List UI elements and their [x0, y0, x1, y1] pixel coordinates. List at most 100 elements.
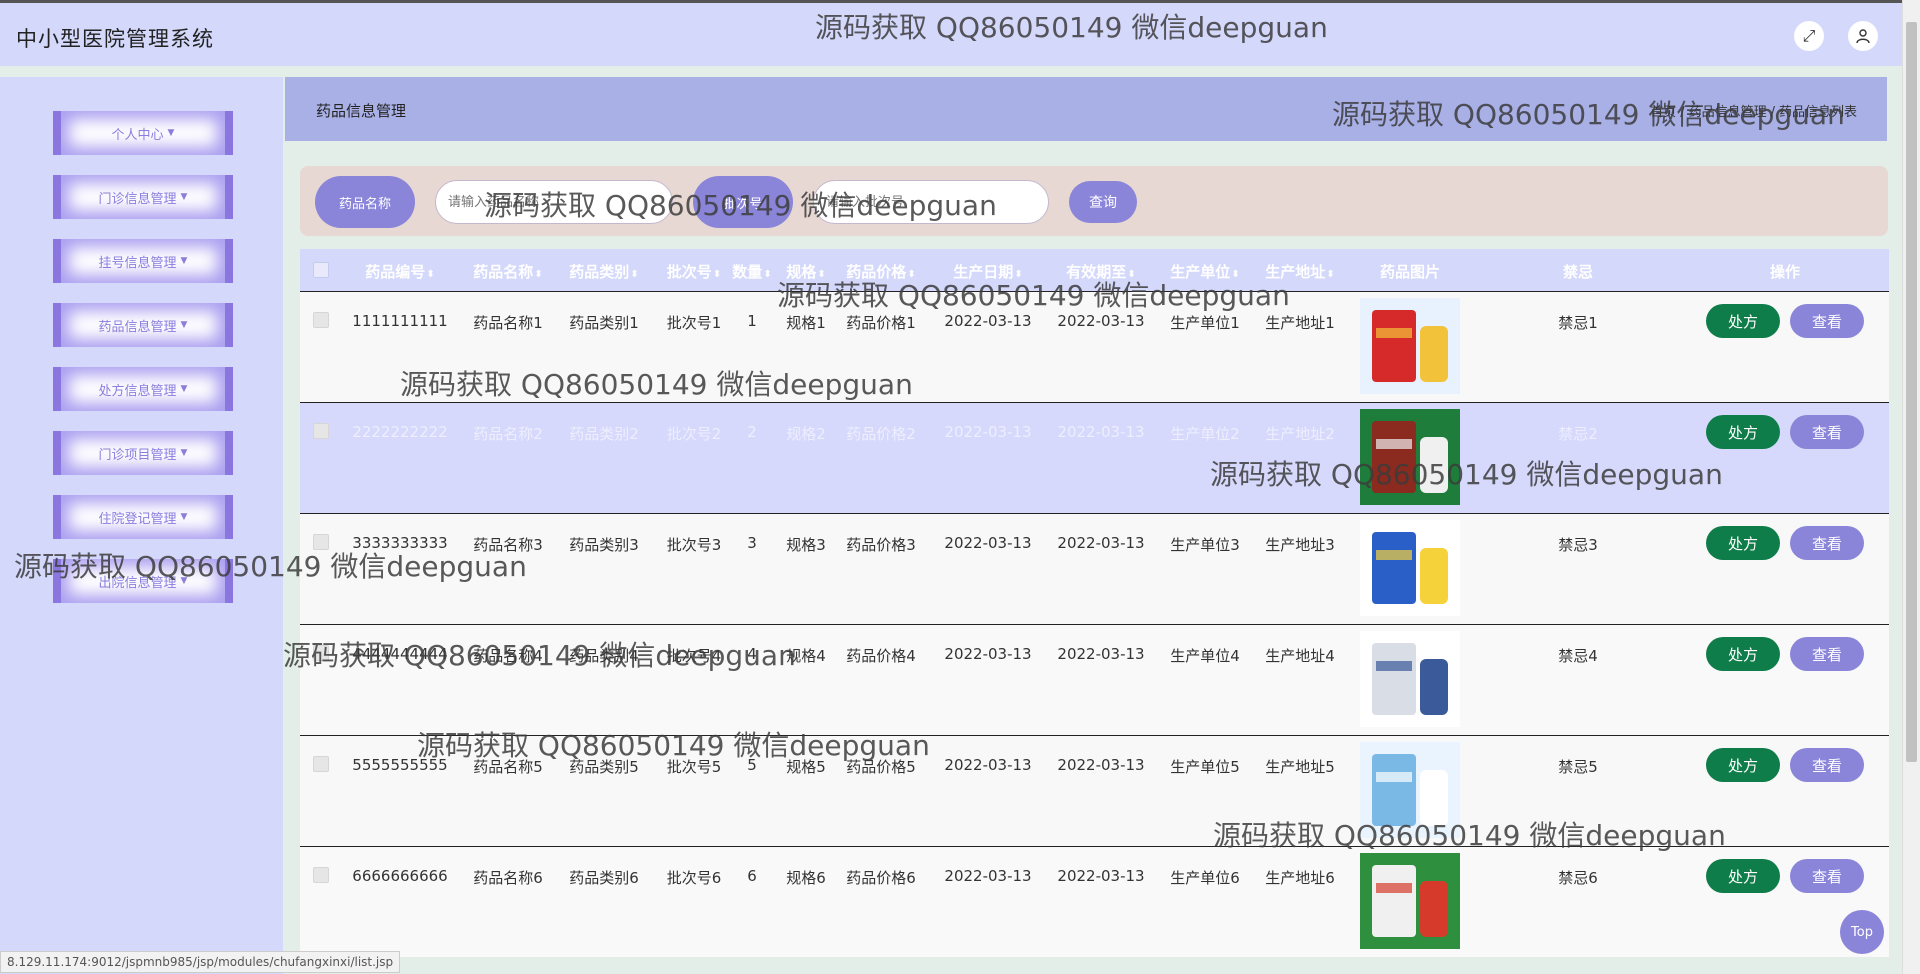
cell-expiry: 2022-03-13 [1057, 423, 1145, 441]
prescribe-button[interactable]: 处方 [1706, 415, 1780, 449]
section-header: 药品信息管理 首页 / 药品信息管理 / 药品信息列表 [285, 77, 1887, 141]
cell-price: 药品价格6 [846, 869, 916, 887]
table-row[interactable]: 1111111111 药品名称1 药品类别1 批次号1 1 规格1 药品价格1 2022-03… [300, 291, 1889, 402]
col-header-spec[interactable]: 规格⬍ [786, 261, 825, 282]
cell-expiry: 2022-03-13 [1057, 645, 1145, 663]
row-checkbox[interactable] [313, 645, 329, 661]
caret-down-icon: ▼ [180, 320, 188, 330]
col-header-label: 生产日期 [953, 263, 1014, 281]
view-button[interactable]: 查看 [1790, 526, 1864, 560]
scrollbar-thumb[interactable] [1906, 22, 1917, 762]
query-button[interactable]: 查询 [1069, 181, 1137, 223]
breadcrumb-separator: / [1770, 105, 1775, 120]
prescribe-button[interactable]: 处方 [1706, 859, 1780, 893]
cell-price: 药品价格4 [846, 647, 916, 665]
cell-price: 药品价格1 [846, 314, 916, 332]
sidebar-item-admission[interactable]: 住院登记管理 ▼ [53, 495, 233, 539]
col-header-qty[interactable]: 数量⬍ [732, 261, 771, 282]
col-header-expiry[interactable]: 有效期至⬍ [1066, 261, 1135, 282]
cell-spec: 规格4 [786, 647, 826, 665]
table-row[interactable]: 3333333333 药品名称3 药品类别3 批次号3 3 规格3 药品价格3 2022-03… [300, 513, 1889, 624]
sidebar-item-personal-center[interactable]: 个人中心 ▼ [53, 111, 233, 155]
user-icon[interactable] [1848, 21, 1878, 51]
cell-maker: 生产单位2 [1170, 425, 1240, 443]
col-header-category[interactable]: 药品类别⬍ [569, 261, 638, 282]
cell-maker: 生产单位5 [1170, 758, 1240, 776]
drug-name-input[interactable] [435, 180, 673, 224]
drug-image [1360, 409, 1460, 505]
row-checkbox[interactable] [313, 867, 329, 883]
table-row[interactable]: 4444444444 药品名称4 药品类别4 批次号4 4 规格4 药品价格4 2022-03… [300, 624, 1889, 735]
sidebar-item-drugs[interactable]: 药品信息管理 ▼ [53, 303, 233, 347]
sidebar-item-registration[interactable]: 挂号信息管理 ▼ [53, 239, 233, 283]
sidebar-item-prescriptions[interactable]: 处方信息管理 ▼ [53, 367, 233, 411]
expand-icon[interactable]: ⤢ [1794, 21, 1824, 51]
drug-package-image [1360, 853, 1460, 949]
cell-code: 6666666666 [352, 867, 448, 885]
col-header-label: 药品名称 [473, 263, 534, 281]
cell-prod-date: 2022-03-13 [944, 312, 1032, 330]
col-header-code[interactable]: 药品编号⬍ [365, 261, 434, 282]
sidebar-item-outpatient[interactable]: 门诊信息管理 ▼ [53, 175, 233, 219]
cell-name: 药品名称5 [473, 758, 543, 776]
sort-icon: ⬍ [1014, 269, 1023, 280]
cell-address: 生产地址1 [1265, 314, 1335, 332]
col-header-name[interactable]: 药品名称⬍ [473, 261, 542, 282]
back-to-top-button[interactable]: Top [1840, 910, 1884, 954]
select-all-checkbox[interactable] [313, 262, 329, 278]
search-bar: 药品名称 批次号 查询 [300, 166, 1888, 236]
sidebar-item-outpatient-projects[interactable]: 门诊项目管理 ▼ [53, 431, 233, 475]
prescribe-button[interactable]: 处方 [1706, 637, 1780, 671]
view-button[interactable]: 查看 [1790, 748, 1864, 782]
prescribe-button[interactable]: 处方 [1706, 304, 1780, 338]
col-header-prod-date[interactable]: 生产日期⬍ [953, 261, 1022, 282]
batch-input[interactable] [813, 180, 1049, 224]
view-button[interactable]: 查看 [1790, 304, 1864, 338]
cell-prod-date: 2022-03-13 [944, 645, 1032, 663]
cell-name: 药品名称4 [473, 647, 543, 665]
col-header-maker[interactable]: 生产单位⬍ [1170, 261, 1239, 282]
col-header-batch[interactable]: 批次号⬍ [667, 261, 721, 282]
table-row[interactable]: 5555555555 药品名称5 药品类别5 批次号5 5 规格5 药品价格5 2022-03… [300, 735, 1889, 846]
cell-qty: 4 [747, 645, 757, 663]
col-header-price[interactable]: 药品价格⬍ [846, 261, 915, 282]
row-checkbox[interactable] [313, 534, 329, 550]
breadcrumb-section[interactable]: 药品信息管理 [1689, 105, 1767, 120]
cell-spec: 规格1 [786, 314, 826, 332]
prescribe-button[interactable]: 处方 [1706, 748, 1780, 782]
cell-address: 生产地址6 [1265, 869, 1335, 887]
caret-down-icon: ▼ [180, 256, 188, 266]
view-button[interactable]: 查看 [1790, 859, 1864, 893]
table-row[interactable]: 2222222222 药品名称2 药品类别2 批次号2 2 规格2 药品价格2 2022-03… [300, 402, 1889, 513]
row-checkbox[interactable] [313, 312, 329, 328]
caret-down-icon: ▼ [180, 448, 188, 458]
drug-package-image [1360, 409, 1460, 505]
cell-category: 药品类别3 [569, 536, 639, 554]
cell-taboo: 禁忌1 [1558, 314, 1598, 332]
table-row[interactable]: 6666666666 药品名称6 药品类别6 批次号6 6 规格6 药品价格6 2022-03… [300, 846, 1889, 957]
drug-image [1360, 631, 1460, 727]
sidebar-item-label: 住院登记管理 [98, 511, 177, 527]
cell-spec: 规格5 [786, 758, 826, 776]
col-header-address[interactable]: 生产地址⬍ [1265, 261, 1334, 282]
page-scrollbar[interactable] [1902, 0, 1920, 974]
status-url: 8.129.11.174:9012/jspmnb985/jsp/modules/… [0, 951, 401, 973]
sidebar-item-label: 出院信息管理 [98, 575, 177, 591]
sidebar: 个人中心 ▼ 门诊信息管理 ▼ 挂号信息管理 ▼ 药品信息管理 ▼ 处方信息管理 ▼ 门诊… [0, 77, 283, 974]
sidebar-item-discharge[interactable]: 出院信息管理 ▼ [53, 559, 233, 603]
cell-price: 药品价格3 [846, 536, 916, 554]
cell-batch: 批次号5 [666, 758, 722, 776]
cell-batch: 批次号4 [666, 647, 722, 665]
caret-down-icon: ▼ [180, 192, 188, 202]
view-button[interactable]: 查看 [1790, 415, 1864, 449]
prescribe-button[interactable]: 处方 [1706, 526, 1780, 560]
view-button[interactable]: 查看 [1790, 637, 1864, 671]
sort-icon: ⬍ [426, 269, 435, 280]
breadcrumb-home[interactable]: 首页 [1650, 105, 1676, 120]
drug-package-image [1360, 742, 1460, 838]
row-checkbox[interactable] [313, 756, 329, 772]
batch-label: 批次号 [693, 176, 793, 228]
sort-icon: ⬍ [534, 269, 543, 280]
cell-maker: 生产单位4 [1170, 647, 1240, 665]
row-checkbox[interactable] [313, 423, 329, 439]
